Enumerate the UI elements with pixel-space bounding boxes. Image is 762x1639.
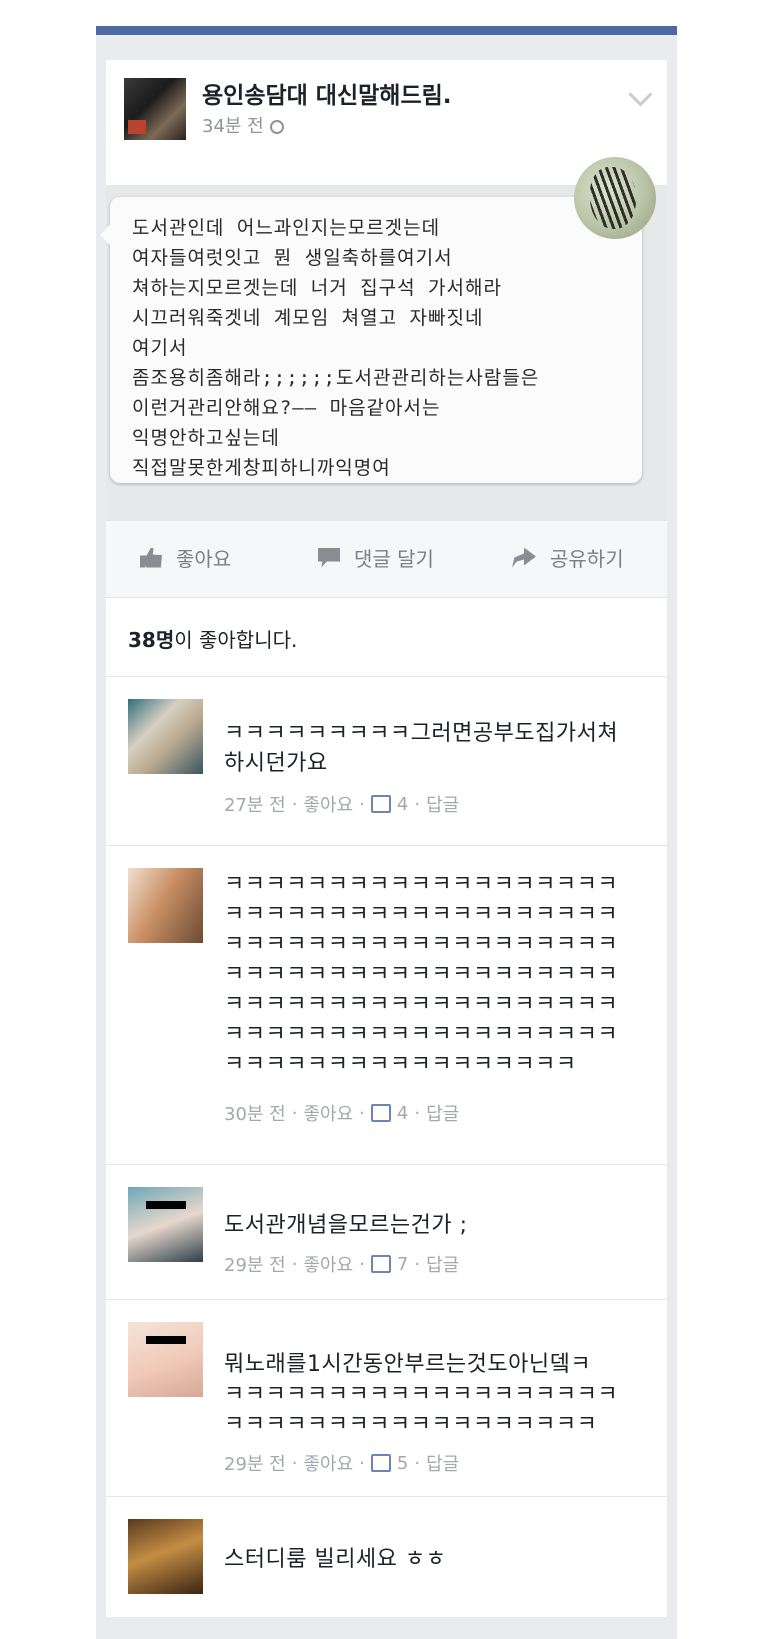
comment-icon	[318, 547, 340, 568]
thumbs-up-icon	[140, 547, 162, 568]
commenter-avatar[interactable]	[128, 699, 203, 774]
commenter-avatar[interactable]	[128, 1322, 203, 1397]
censor-scribble	[590, 167, 636, 229]
feed-frame: 용인송담대 대신말해드림. 34분 전 도서관인데 어느과인지는모르겟는데 여자…	[96, 26, 677, 1639]
comment-item: 도서관개념을모르는건가 ; 29분 전 · 좋아요 · 7 · 답글	[106, 1165, 667, 1300]
post-time-text: 34분 전	[202, 116, 264, 137]
reply-button[interactable]: 답글	[426, 1450, 459, 1476]
meta-dot: ·	[414, 793, 421, 815]
comment-time[interactable]: 29분 전	[224, 1450, 286, 1476]
globe-icon	[269, 120, 284, 134]
bubble-tail	[100, 225, 110, 245]
comment-meta: 27분 전 · 좋아요 · 4 · 답글	[224, 791, 459, 817]
comment-like-count[interactable]: 7	[397, 1254, 408, 1275]
meta-dot: ·	[291, 1102, 298, 1124]
meta-dot: ·	[359, 1102, 365, 1124]
commenter-avatar[interactable]	[128, 868, 203, 943]
sender-avatar	[574, 157, 656, 239]
meta-dot: ·	[359, 1452, 365, 1474]
likes-suffix: 이 좋아합니다.	[174, 628, 298, 652]
commenter-avatar[interactable]	[128, 1187, 203, 1262]
meta-dot: ·	[291, 793, 298, 815]
chevron-down-icon[interactable]	[628, 82, 653, 107]
likes-summary[interactable]: 38명이 좋아합니다.	[106, 597, 667, 677]
meta-dot: ·	[291, 1452, 298, 1474]
comment-text: ㅋㅋㅋㅋㅋㅋㅋㅋㅋ그러면공부도집가서쳐 하시던가요	[224, 721, 619, 776]
post-header: 용인송담대 대신말해드림. 34분 전	[106, 60, 667, 185]
message-text: 도서관인데 어느과인지는모르겟는데 여자들여럿잇고 뭔 생일축하를여기서 쳐하는…	[132, 217, 540, 479]
post-body: 도서관인데 어느과인지는모르겟는데 여자들여럿잇고 뭔 생일축하를여기서 쳐하는…	[100, 157, 667, 520]
comment-like-button[interactable]: 좋아요	[303, 791, 353, 817]
comment-item: 뭐노래를1시간동안부르는것도아닌뎈ㅋ ㅋㅋㅋㅋㅋㅋㅋㅋㅋㅋㅋㅋㅋㅋㅋㅋㅋㅋㅋ ㅋ…	[106, 1300, 667, 1497]
censor-bar	[146, 1201, 186, 1209]
message-bubble: 도서관인데 어느과인지는모르겟는데 여자들여럿잇고 뭔 생일축하를여기서 쳐하는…	[100, 157, 656, 483]
share-icon	[512, 547, 536, 568]
comment-text: ㅋㅋㅋㅋㅋㅋㅋㅋㅋㅋㅋㅋㅋㅋㅋㅋㅋㅋㅋ ㅋㅋㅋㅋㅋㅋㅋㅋㅋㅋㅋㅋㅋㅋㅋㅋㅋㅋㅋ …	[224, 872, 619, 1077]
comment-time[interactable]: 30분 전	[224, 1100, 286, 1126]
comment-item: ㅋㅋㅋㅋㅋㅋㅋㅋㅋㅋㅋㅋㅋㅋㅋㅋㅋㅋㅋ ㅋㅋㅋㅋㅋㅋㅋㅋㅋㅋㅋㅋㅋㅋㅋㅋㅋㅋㅋ …	[106, 846, 667, 1165]
comment-like-button[interactable]: 좋아요	[303, 1100, 353, 1126]
comment-button[interactable]: 댓글 달기	[318, 543, 434, 572]
thumbs-up-icon	[370, 1104, 391, 1122]
meta-dot: ·	[359, 1253, 365, 1275]
comment-like-button[interactable]: 좋아요	[303, 1450, 353, 1476]
comment-time[interactable]: 29분 전	[224, 1251, 286, 1277]
share-label: 공유하기	[550, 547, 624, 571]
thumbs-up-icon	[370, 1255, 391, 1273]
reply-button[interactable]: 답글	[426, 1251, 459, 1277]
reply-button[interactable]: 답글	[426, 791, 459, 817]
page-avatar[interactable]	[124, 78, 186, 140]
comment-meta: 29분 전 · 좋아요 · 5 · 답글	[224, 1450, 459, 1476]
meta-dot: ·	[359, 793, 365, 815]
page-name[interactable]: 용인송담대 대신말해드림.	[202, 76, 452, 110]
meta-dot: ·	[291, 1253, 298, 1275]
meta-dot: ·	[414, 1102, 421, 1124]
comment-meta: 30분 전 · 좋아요 · 4 · 답글	[224, 1100, 459, 1126]
comment-meta: 29분 전 · 좋아요 · 7 · 답글	[224, 1251, 459, 1277]
share-button[interactable]: 공유하기	[512, 543, 624, 572]
top-bar	[96, 26, 677, 35]
post-card: 용인송담대 대신말해드림. 34분 전 도서관인데 어느과인지는모르겟는데 여자…	[100, 60, 667, 1617]
comment-like-count[interactable]: 4	[397, 794, 408, 815]
comment-text: 스터디룸 빌리세요 ㅎㅎ	[224, 1547, 447, 1572]
reply-button[interactable]: 답글	[426, 1100, 459, 1126]
comment-time[interactable]: 27분 전	[224, 791, 286, 817]
thumbs-up-icon	[370, 795, 391, 813]
comment-item: 스터디룸 빌리세요 ㅎㅎ	[106, 1497, 667, 1617]
comment-text: 도서관개념을모르는건가 ;	[224, 1213, 468, 1238]
censor-bar	[146, 1336, 186, 1344]
comment-like-count[interactable]: 4	[397, 1103, 408, 1124]
like-label: 좋아요	[176, 547, 232, 571]
meta-dot: ·	[414, 1253, 421, 1275]
comment-label: 댓글 달기	[354, 547, 434, 571]
likes-text: 38명이 좋아합니다.	[128, 624, 297, 653]
likes-count: 38명	[128, 628, 175, 652]
commenter-avatar[interactable]	[128, 1519, 203, 1594]
avatar-badge	[128, 120, 146, 134]
comment-text: 뭐노래를1시간동안부르는것도아닌뎈ㅋ ㅋㅋㅋㅋㅋㅋㅋㅋㅋㅋㅋㅋㅋㅋㅋㅋㅋㅋㅋ ㅋ…	[224, 1352, 619, 1437]
comment-like-button[interactable]: 좋아요	[303, 1251, 353, 1277]
comment-like-count[interactable]: 5	[397, 1453, 408, 1474]
comment-item: ㅋㅋㅋㅋㅋㅋㅋㅋㅋ그러면공부도집가서쳐 하시던가요 27분 전 · 좋아요 · 4 ·…	[106, 677, 667, 846]
post-timestamp[interactable]: 34분 전	[202, 112, 284, 138]
like-button[interactable]: 좋아요	[140, 543, 231, 572]
thumbs-up-icon	[370, 1454, 391, 1472]
meta-dot: ·	[414, 1452, 421, 1474]
post-actions: 좋아요 댓글 달기 공유하기	[106, 520, 667, 597]
